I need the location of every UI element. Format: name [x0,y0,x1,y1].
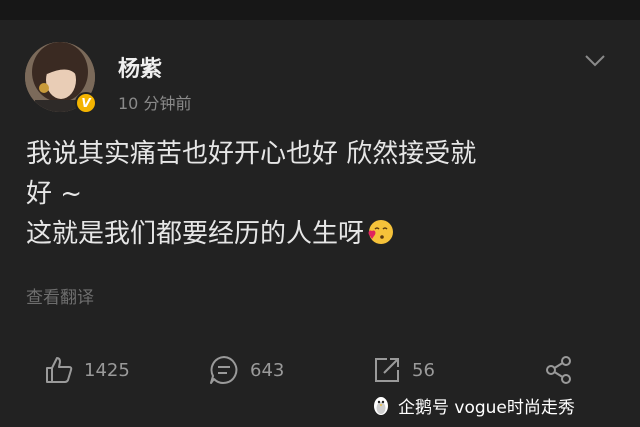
like-count: 1425 [84,359,130,381]
top-bar [0,0,640,20]
comment-count: 643 [250,359,285,381]
watermark-text: 企鹅号 vogue时尚走秀 [398,397,575,418]
post-text-line: 我说其实痛苦也好开心也好 欣然接受就 [26,139,477,169]
comment-icon [210,356,238,384]
share-button[interactable] [543,350,575,390]
repost-icon [375,358,399,382]
penguin-logo-icon [374,397,388,415]
like-button[interactable]: 1425 [44,350,130,390]
repost-count: 56 [412,359,435,381]
post-text-line: 好 ~ [26,179,83,209]
translate-link[interactable]: 查看翻译 [26,283,94,308]
post-text: 我说其实痛苦也好开心也好 欣然接受就 好 ~ 这就是我们都要经历的人生呀 [26,134,606,254]
share-icon [546,356,571,384]
comment-button[interactable]: 643 [208,350,284,390]
repost-button[interactable]: 56 [372,350,435,390]
username[interactable]: 杨紫 [118,51,162,83]
post-text-line-content: 这就是我们都要经历的人生呀 [26,219,365,249]
watermark: 企鹅号 vogue时尚走秀 [370,390,575,420]
like-icon [46,357,73,383]
post-timestamp: 10 分钟前 [118,94,192,113]
verified-icon: V [75,92,97,114]
post-text-line: 这就是我们都要经历的人生呀 [26,214,606,254]
kiss-heart-emoji-icon [368,220,394,244]
chevron-down-icon[interactable] [584,54,606,68]
